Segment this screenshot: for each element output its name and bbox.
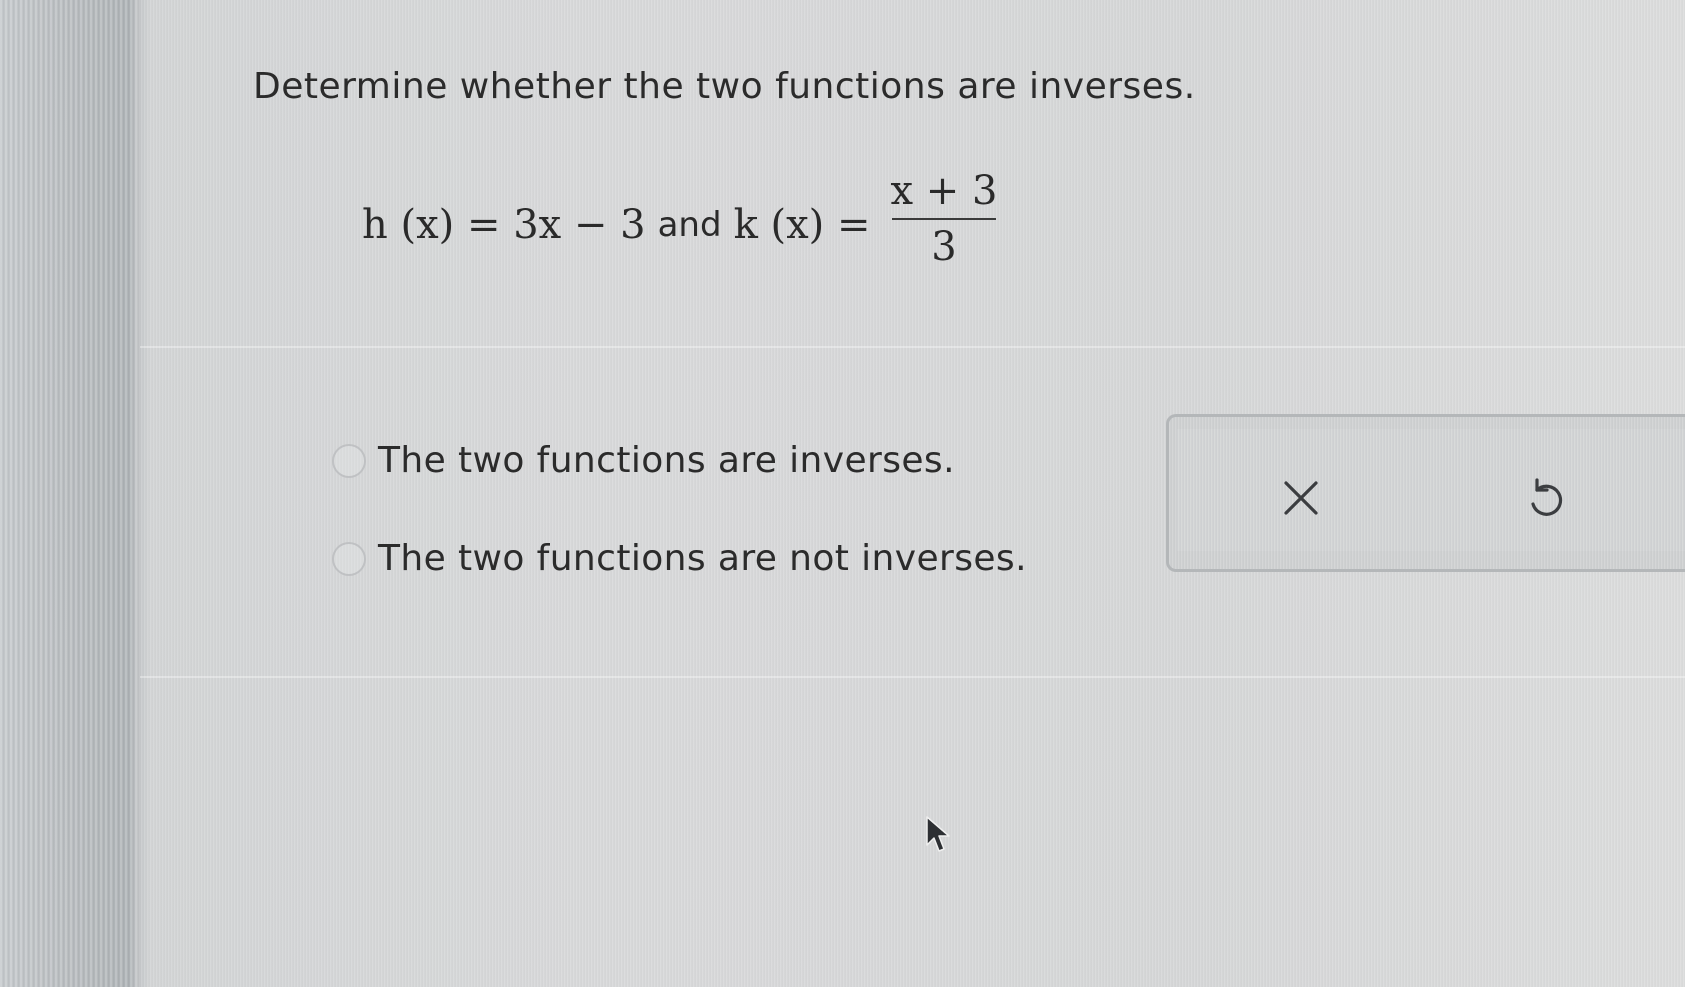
h-function: h (x) = 3x − 3	[362, 202, 646, 248]
divider	[140, 676, 1685, 678]
fraction-numerator: x + 3	[890, 168, 998, 214]
close-icon	[1284, 481, 1318, 515]
question-prompt: Determine whether the two functions are …	[253, 66, 1196, 107]
k-function-lhs: k (x) =	[733, 202, 871, 248]
undo-button[interactable]	[1510, 463, 1580, 533]
divider	[140, 346, 1685, 348]
k-function-fraction: x + 3 3	[885, 168, 1004, 270]
equation-connector: and	[657, 205, 722, 245]
clear-answer-button[interactable]	[1266, 463, 1336, 533]
undo-icon	[1531, 478, 1563, 516]
radio-button[interactable]	[332, 541, 366, 576]
radio-button[interactable]	[332, 443, 366, 478]
action-panel-inner	[1177, 429, 1685, 551]
function-equation: h (x) = 3x − 3 and k (x) = x + 3 3	[362, 168, 1004, 280]
answer-action-panel	[1166, 414, 1685, 572]
left-margin-strip	[0, 0, 140, 987]
option-label: The two functions are inverses.	[378, 440, 955, 481]
answer-option-not-inverses[interactable]: The two functions are not inverses.	[332, 538, 1027, 579]
answer-option-inverses[interactable]: The two functions are inverses.	[332, 440, 955, 481]
mouse-pointer-icon	[925, 815, 955, 861]
fraction-denominator: 3	[931, 224, 957, 270]
option-label: The two functions are not inverses.	[378, 538, 1027, 579]
